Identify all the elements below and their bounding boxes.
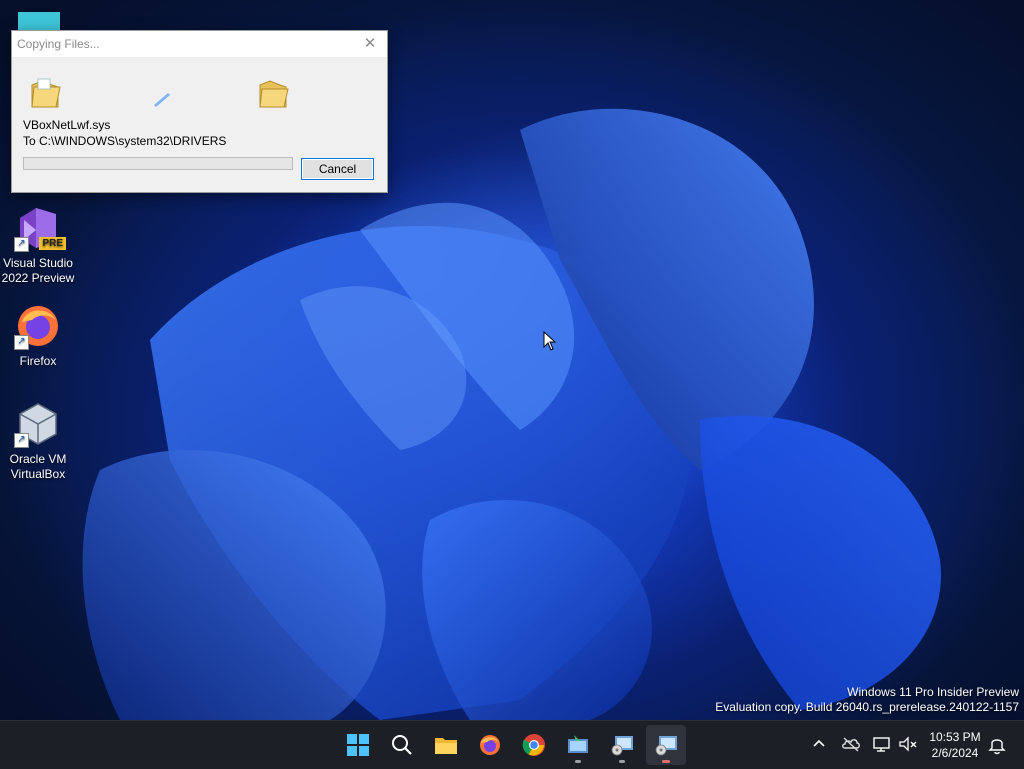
virtualbox-icon: ↗ — [14, 400, 62, 448]
taskbar-clock[interactable]: 10:53 PM 2/6/2024 — [922, 729, 988, 761]
shortcut-arrow-icon: ↗ — [14, 237, 29, 252]
windows-start-icon — [347, 734, 369, 756]
network-icon — [873, 737, 890, 752]
chevron-up-icon — [813, 739, 825, 747]
desktop-icon-visual-studio[interactable]: PRE ↗ Visual Studio 2022 Preview — [0, 204, 76, 286]
taskbar-file-explorer[interactable] — [426, 725, 466, 765]
desktop-icon-label: Oracle VM — [9, 452, 67, 466]
volume-muted-icon — [899, 736, 917, 752]
start-button[interactable] — [338, 725, 378, 765]
running-indicator — [619, 760, 625, 763]
active-indicator — [662, 760, 670, 763]
copy-animation — [12, 57, 387, 113]
shortcut-arrow-icon: ↗ — [14, 433, 29, 448]
search-button[interactable] — [382, 725, 422, 765]
firefox-icon — [480, 735, 500, 755]
clock-date: 2/6/2024 — [931, 746, 979, 760]
desktop-icon-label: Firefox — [19, 354, 57, 368]
notifications-button[interactable] — [986, 733, 1008, 755]
network-tray-button[interactable] — [871, 733, 893, 755]
setup-disc-icon — [655, 736, 677, 756]
dialog-title: Copying Files... — [17, 37, 100, 51]
taskbar-setup[interactable] — [602, 725, 642, 765]
copying-files-dialog: Copying Files... ✕ VBoxNetLwf.sys To C:\… — [11, 30, 388, 193]
desktop-icon-label: Visual Studio — [3, 256, 73, 270]
destination-folder-icon — [259, 80, 289, 108]
taskbar: 10:53 PM 2/6/2024 — [0, 720, 1024, 769]
flying-document-icon — [154, 93, 170, 107]
destination-path: To C:\WINDOWS\system32\DRIVERS — [23, 134, 227, 148]
windows-watermark: Windows 11 Pro Insider Preview Evaluatio… — [715, 685, 1019, 715]
copy-progress-bar — [23, 157, 293, 170]
taskbar-firefox[interactable] — [470, 725, 510, 765]
shortcut-arrow-icon: ↗ — [14, 335, 29, 350]
source-folder-icon — [31, 78, 61, 108]
file-name: VBoxNetLwf.sys — [23, 118, 111, 132]
setup-disc-icon — [611, 736, 633, 756]
dialog-titlebar[interactable]: Copying Files... ✕ — [12, 31, 387, 57]
pre-badge: PRE — [39, 237, 66, 250]
folder-icon — [435, 738, 457, 754]
mouse-cursor-icon — [543, 331, 557, 351]
cancel-button[interactable]: Cancel — [301, 158, 374, 180]
taskbar-installer[interactable] — [558, 725, 598, 765]
running-indicator — [575, 760, 581, 763]
visual-studio-preview-icon: PRE ↗ — [14, 204, 66, 252]
clock-time: 10:53 PM — [929, 730, 981, 744]
installer-icon — [568, 735, 588, 753]
desktop-icon-virtualbox[interactable]: ↗ Oracle VM VirtualBox — [0, 400, 76, 482]
notification-bell-icon — [988, 739, 1006, 755]
watermark-line2: Evaluation copy. Build 26040.rs_prerelea… — [715, 700, 1019, 714]
onedrive-icon — [842, 737, 860, 752]
volume-tray-button[interactable] — [897, 733, 919, 755]
close-icon[interactable]: ✕ — [359, 34, 381, 54]
taskbar-setup-active[interactable] — [646, 725, 686, 765]
hidden-desktop-icon[interactable] — [18, 12, 60, 32]
desktop-icon-label: VirtualBox — [10, 467, 66, 481]
watermark-line1: Windows 11 Pro Insider Preview — [847, 685, 1019, 699]
taskbar-chrome[interactable] — [514, 725, 554, 765]
onedrive-tray-button[interactable] — [840, 733, 862, 755]
desktop-icon-firefox[interactable]: ↗ Firefox — [0, 302, 76, 369]
chrome-icon — [522, 734, 545, 756]
desktop-icon-label: 2022 Preview — [1, 271, 75, 285]
search-icon — [392, 735, 412, 755]
firefox-icon: ↗ — [14, 302, 62, 350]
show-hidden-icons-button[interactable] — [808, 733, 830, 755]
